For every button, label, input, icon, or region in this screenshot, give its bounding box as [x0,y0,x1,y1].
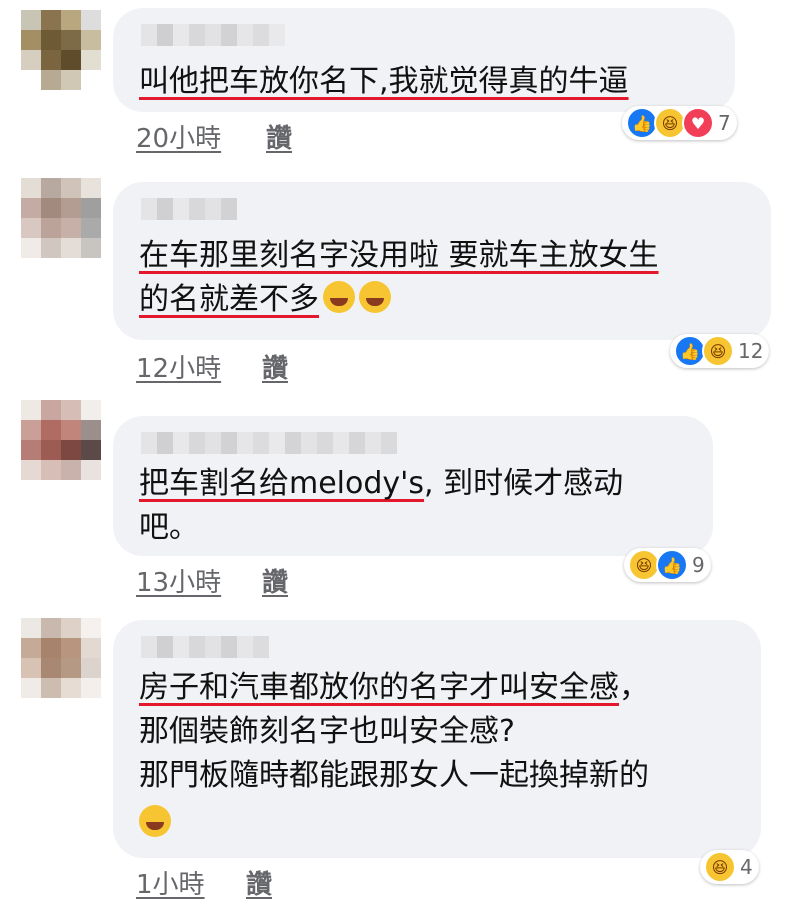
comment-meta: 1小時 讚 [136,864,272,901]
rofl-emoji-icon [323,281,355,313]
plain-text: , 到时候才感动 [424,466,624,501]
comment-text: 叫他把车放你名下,我就觉得真的牛逼 [139,60,629,104]
comment-text: 房子和汽車都放你的名字才叫安全感， 那個裝飾刻名字也叫安全感? 那門板隨時都能跟… [139,666,649,846]
reactions-summary[interactable]: 😆 4 [700,850,759,884]
underlined-text: 房子和汽車都放你的名字才叫安全感 [139,670,619,705]
author-name[interactable] [141,636,269,658]
comment-text: 把车割名给melody's, 到时候才感动 吧。 [139,462,623,550]
underlined-text: 叫他把车放你名下,我就觉得真的牛逼 [139,64,629,99]
comment-meta: 13小時 讚 [136,562,288,599]
rofl-emoji-icon [359,281,391,313]
author-name[interactable] [141,198,237,220]
grin-emoji-icon [139,805,171,837]
love-icon: ♥ [682,107,714,139]
comment-meta: 20小時 讚 [136,118,292,155]
plain-text: ， [619,670,649,705]
comment-line [139,802,649,846]
comment-line: 那門板隨時都能跟那女人一起換掉新的 [139,754,649,798]
comment-line: 那個裝飾刻名字也叫安全感? [139,710,649,754]
comment-meta: 12小時 讚 [136,348,288,385]
reactions-summary[interactable]: 😆 👍 9 [624,548,711,582]
reactions-summary[interactable]: 👍 😆 ♥ 7 [622,106,737,140]
plain-text: 吧。 [139,510,199,545]
reaction-count: 12 [738,339,764,363]
comment-line: 房子和汽車都放你的名字才叫安全感， [139,666,649,710]
like-icon: 👍 [656,549,688,581]
avatar[interactable] [21,10,101,90]
plain-text: 那門板隨時都能跟那女人一起換掉新的 [139,758,649,793]
underlined-text: 把车割名给melody's [139,466,425,501]
timestamp-link[interactable]: 12小時 [136,354,221,384]
comment-line: 的名就差不多 [139,278,659,322]
underlined-text: 的名就差不多 [139,282,319,317]
haha-icon: 😆 [702,335,734,367]
plain-text: 那個裝飾刻名字也叫安全感? [139,714,515,749]
timestamp-link[interactable]: 13小時 [136,568,221,598]
reaction-count: 9 [692,553,705,577]
comment-line: 把车割名给melody's, 到时候才感动 [139,462,623,506]
like-link[interactable]: 讚 [246,864,272,901]
like-link[interactable]: 讚 [266,118,292,155]
comment-line: 在车那里刻名字没用啦 要就车主放女生 [139,234,659,278]
author-name[interactable] [141,24,285,46]
avatar[interactable] [21,618,101,698]
like-link[interactable]: 讚 [262,562,288,599]
comment-bubble: 把车割名给melody's, 到时候才感动 吧。 [113,416,713,556]
comment-bubble: 房子和汽車都放你的名字才叫安全感， 那個裝飾刻名字也叫安全感? 那門板隨時都能跟… [113,620,761,858]
author-name[interactable] [141,432,397,454]
timestamp-link[interactable]: 20小時 [136,124,221,154]
reaction-count: 4 [740,855,753,879]
comment-line: 吧。 [139,506,623,550]
underlined-text: 在车那里刻名字没用啦 要就车主放女生 [139,238,659,273]
avatar[interactable] [21,178,101,258]
reactions-summary[interactable]: 👍 😆 12 [670,334,770,368]
timestamp-link[interactable]: 1小時 [136,870,205,900]
comment-bubble: 在车那里刻名字没用啦 要就车主放女生 的名就差不多 [113,182,771,340]
comment-bubble: 叫他把车放你名下,我就觉得真的牛逼 [113,8,735,112]
avatar[interactable] [21,400,101,480]
comment-text: 在车那里刻名字没用啦 要就车主放女生 的名就差不多 [139,234,659,322]
reaction-count: 7 [718,111,731,135]
like-link[interactable]: 讚 [262,348,288,385]
haha-icon: 😆 [704,851,736,883]
